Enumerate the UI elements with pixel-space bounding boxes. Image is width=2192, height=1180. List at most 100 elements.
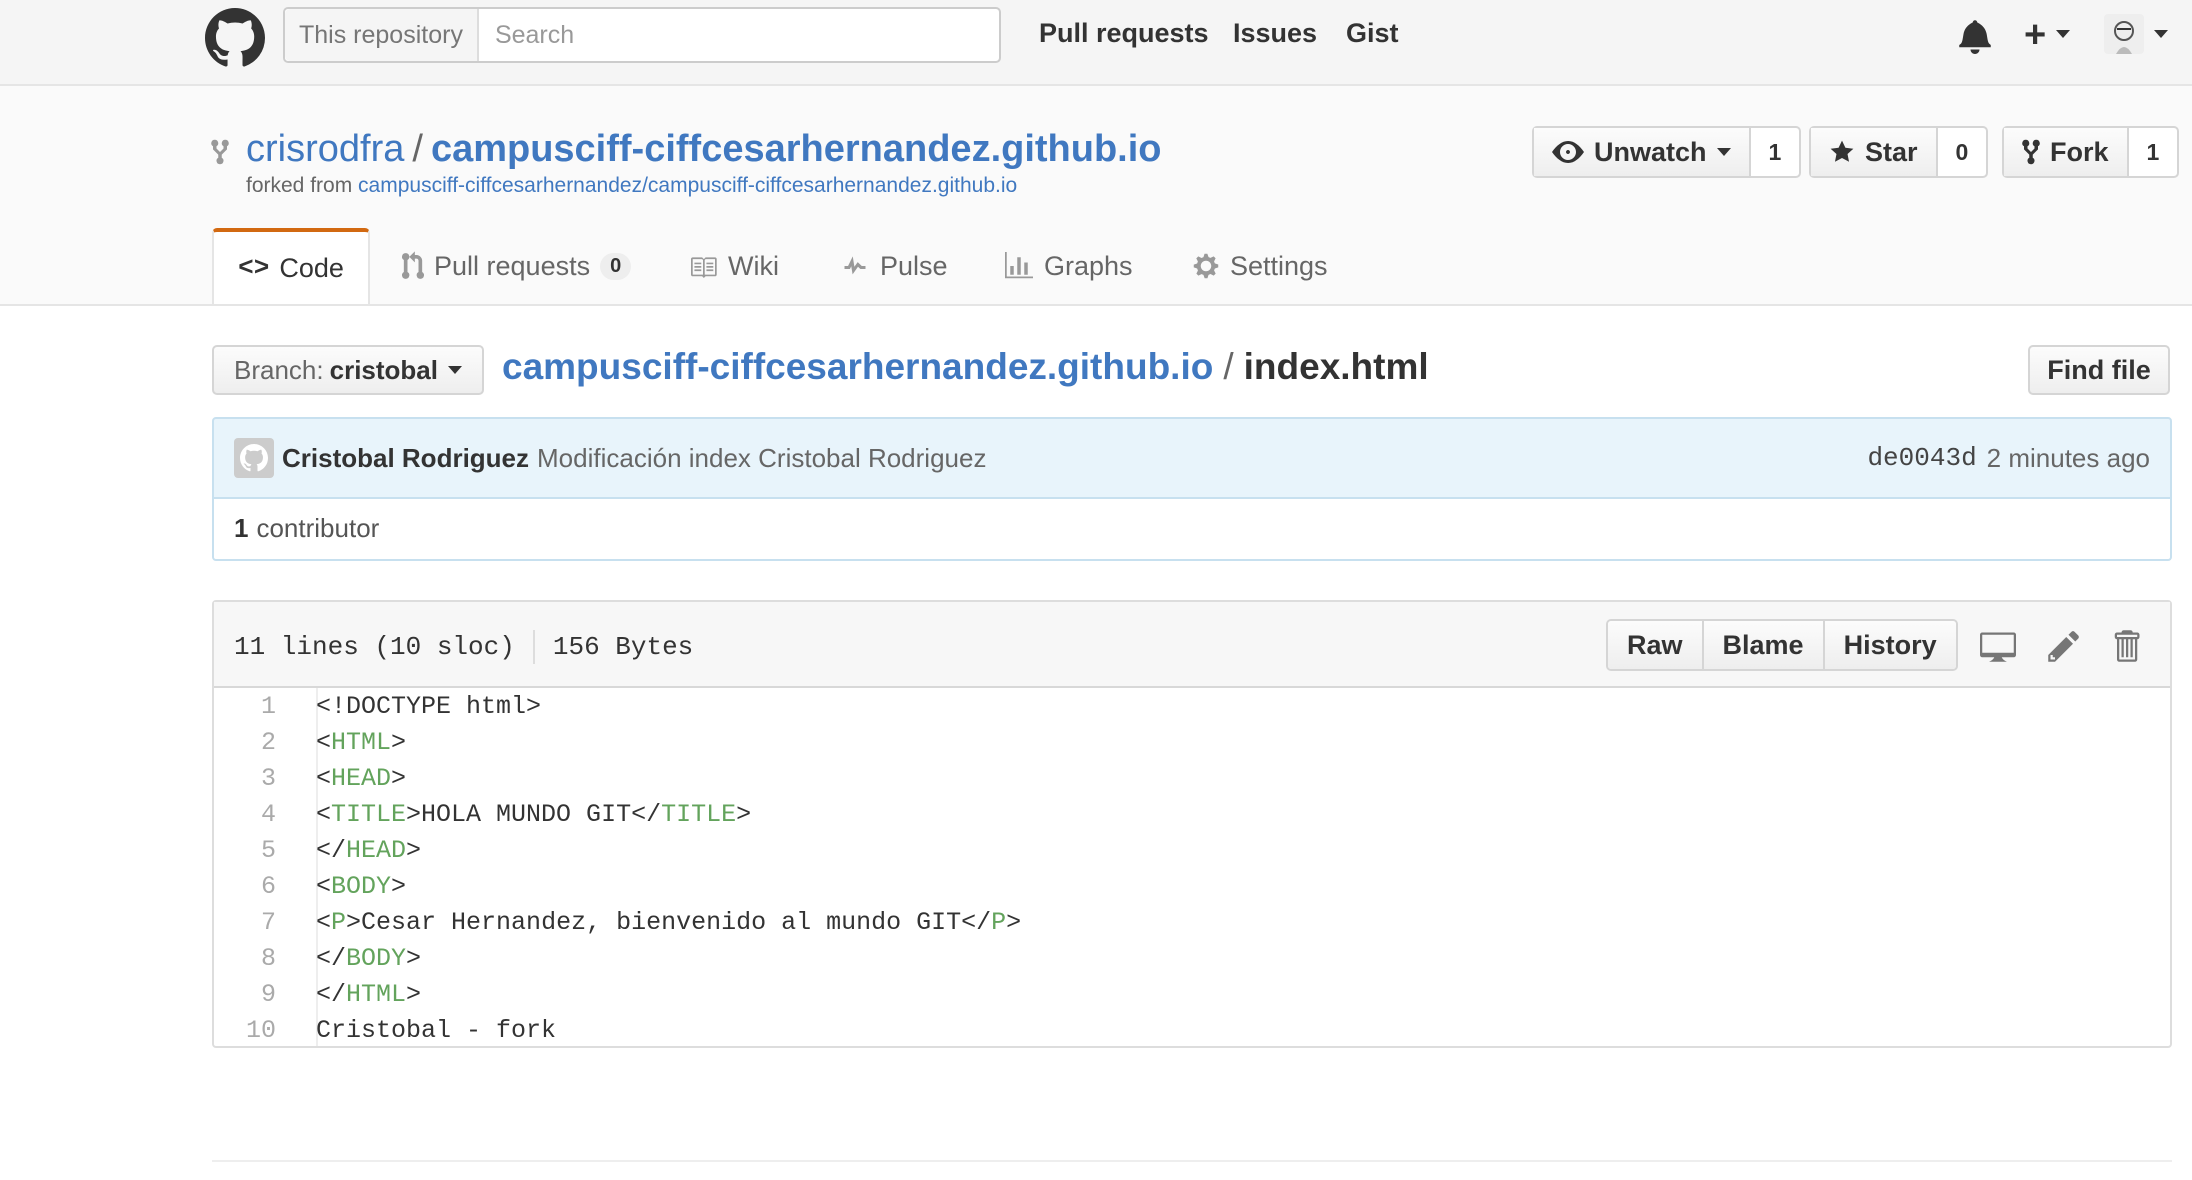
star-button[interactable]: Star — [1811, 128, 1938, 176]
code-line: 8 </BODY> — [214, 940, 2170, 976]
code-text: > — [391, 871, 407, 901]
search-box: This repository — [283, 7, 1001, 63]
code-line: 1 <!DOCTYPE html> — [214, 688, 2170, 724]
gear-icon — [1193, 253, 1219, 279]
trash-icon[interactable] — [2108, 628, 2144, 664]
branch-name: cristobal — [329, 354, 438, 385]
star-label: Star — [1865, 136, 1918, 167]
graph-icon — [1005, 252, 1033, 279]
line-content: <BODY> — [296, 872, 406, 901]
line-number[interactable]: 9 — [214, 980, 296, 1009]
code-text: > — [406, 979, 422, 1009]
line-content: </BODY> — [296, 944, 421, 973]
line-number[interactable]: 2 — [214, 728, 296, 757]
raw-button[interactable]: Raw — [1608, 621, 1704, 669]
line-number[interactable]: 8 — [214, 944, 296, 973]
line-number[interactable]: 4 — [214, 800, 296, 829]
code-text: </ — [316, 979, 347, 1009]
search-scope-label: This repository — [285, 9, 479, 61]
tab-pulse-label: Pulse — [880, 250, 948, 281]
line-number[interactable]: 3 — [214, 764, 296, 793]
history-button[interactable]: History — [1824, 621, 1956, 669]
code-tag-name: BODY — [331, 871, 392, 901]
avatar[interactable] — [2104, 14, 2144, 54]
contributor-label: contributor — [256, 512, 380, 543]
fork-button[interactable]: Fork — [2004, 128, 2129, 176]
pencil-icon[interactable] — [2046, 628, 2082, 664]
breadcrumb: campusciff-ciffcesarhernandez.github.io /… — [502, 346, 1429, 388]
code-text: > — [391, 727, 407, 757]
code-line: 10 Cristobal - fork — [214, 1012, 2170, 1048]
file-viewer: 11 lines (10 sloc) 156 Bytes Raw Blame Hi… — [212, 600, 2172, 1048]
repo-name-link[interactable]: campusciff-ciffcesarhernandez.github.io — [431, 128, 1162, 170]
commit-author[interactable]: Cristobal Rodriguez — [282, 443, 529, 474]
tab-pulse[interactable]: Pulse — [840, 230, 948, 302]
code-line: 9 </HTML> — [214, 976, 2170, 1012]
book-icon — [691, 257, 717, 278]
code-text: >Cesar Hernandez, bienvenido al mundo GI… — [346, 907, 992, 937]
code-tag-name: TITLE — [331, 799, 407, 829]
repo-owner-link[interactable]: crisrodfra — [246, 128, 404, 170]
code-block: 1 <!DOCTYPE html> 2 <HTML> 3 <HEAD> 4 <TITLE>HO… — [214, 688, 2170, 1048]
fork-icon — [2022, 139, 2040, 165]
repo-forked-icon — [211, 139, 229, 165]
search-input[interactable] — [478, 20, 999, 50]
blame-button[interactable]: Blame — [1703, 621, 1825, 669]
code-line: 7 <P>Cesar Hernandez, bienvenido al mundo… — [214, 904, 2170, 940]
code-line: 6 <BODY> — [214, 868, 2170, 904]
line-number[interactable]: 1 — [214, 692, 296, 721]
star-icon — [1830, 140, 1854, 162]
breadcrumb-repo-link[interactable]: campusciff-ciffcesarhernandez.github.io — [502, 346, 1213, 387]
contributors-summary[interactable]: 1 contributor — [212, 497, 2172, 561]
tab-graphs[interactable]: Graphs — [1004, 230, 1133, 302]
code-text: > — [406, 835, 422, 865]
watch-group: Unwatch 1 — [1532, 126, 1802, 178]
nav-gist[interactable]: Gist — [1346, 18, 1399, 49]
code-tag-name: HTML — [331, 727, 392, 757]
plus-icon[interactable]: + — [2024, 14, 2046, 57]
unwatch-button[interactable]: Unwatch — [1534, 128, 1751, 176]
line-content: <TITLE>HOLA MUNDO GIT</TITLE> — [296, 800, 751, 829]
line-content: </HEAD> — [296, 836, 421, 865]
tab-settings[interactable]: Settings — [1192, 230, 1328, 302]
line-number[interactable]: 5 — [214, 836, 296, 865]
fork-count[interactable]: 1 — [2129, 128, 2178, 176]
tab-wiki[interactable]: Wiki — [688, 230, 779, 302]
line-number[interactable]: 6 — [214, 872, 296, 901]
find-file-button[interactable]: Find file — [2028, 345, 2170, 395]
github-logo-icon[interactable] — [205, 8, 265, 68]
line-number[interactable]: 7 — [214, 908, 296, 937]
code-text: < — [316, 727, 332, 757]
desktop-icon[interactable] — [1980, 628, 2016, 664]
nav-pull-requests[interactable]: Pull requests — [1039, 18, 1209, 49]
line-number[interactable]: 10 — [214, 1016, 296, 1045]
code-icon: <> — [238, 253, 270, 283]
commit-author-avatar[interactable] — [234, 438, 274, 478]
bell-icon[interactable] — [1958, 18, 1992, 54]
code-line: 3 <HEAD> — [214, 760, 2170, 796]
forked-from: forked from campusciff-ciffcesarhernande… — [246, 174, 1017, 198]
nav-issues[interactable]: Issues — [1233, 18, 1317, 49]
code-text: </ — [316, 835, 347, 865]
watch-count[interactable]: 1 — [1751, 128, 1800, 176]
fork-group: Fork 1 — [2002, 126, 2180, 178]
user-face-icon — [2114, 21, 2134, 54]
code-text: < — [316, 871, 332, 901]
branch-label: Branch: — [234, 354, 324, 385]
tab-code[interactable]: <> Code — [212, 228, 370, 304]
code-text: < — [316, 799, 332, 829]
commit-sha[interactable]: de0043d — [1867, 443, 1976, 473]
branch-selector[interactable]: Branch: cristobal — [212, 345, 484, 395]
tab-pull-requests[interactable]: Pull requests 0 — [402, 230, 632, 302]
tab-settings-label: Settings — [1230, 250, 1328, 281]
forked-from-link[interactable]: campusciff-ciffcesarhernandez/campusciff… — [358, 174, 1017, 197]
repo-title: crisrodfra / campusciff-ciffcesarhernandez… — [246, 128, 1162, 171]
pulse-icon — [844, 256, 866, 275]
unwatch-label: Unwatch — [1594, 136, 1707, 167]
commit-message[interactable]: Modificación index Cristobal Rodriguez — [537, 443, 986, 474]
tab-pull-requests-label: Pull requests — [434, 250, 591, 281]
star-count[interactable]: 0 — [1938, 128, 1987, 176]
code-text: > — [1006, 907, 1022, 937]
line-content: <P>Cesar Hernandez, bienvenido al mundo … — [296, 908, 1021, 937]
code-text: </ — [316, 943, 347, 973]
